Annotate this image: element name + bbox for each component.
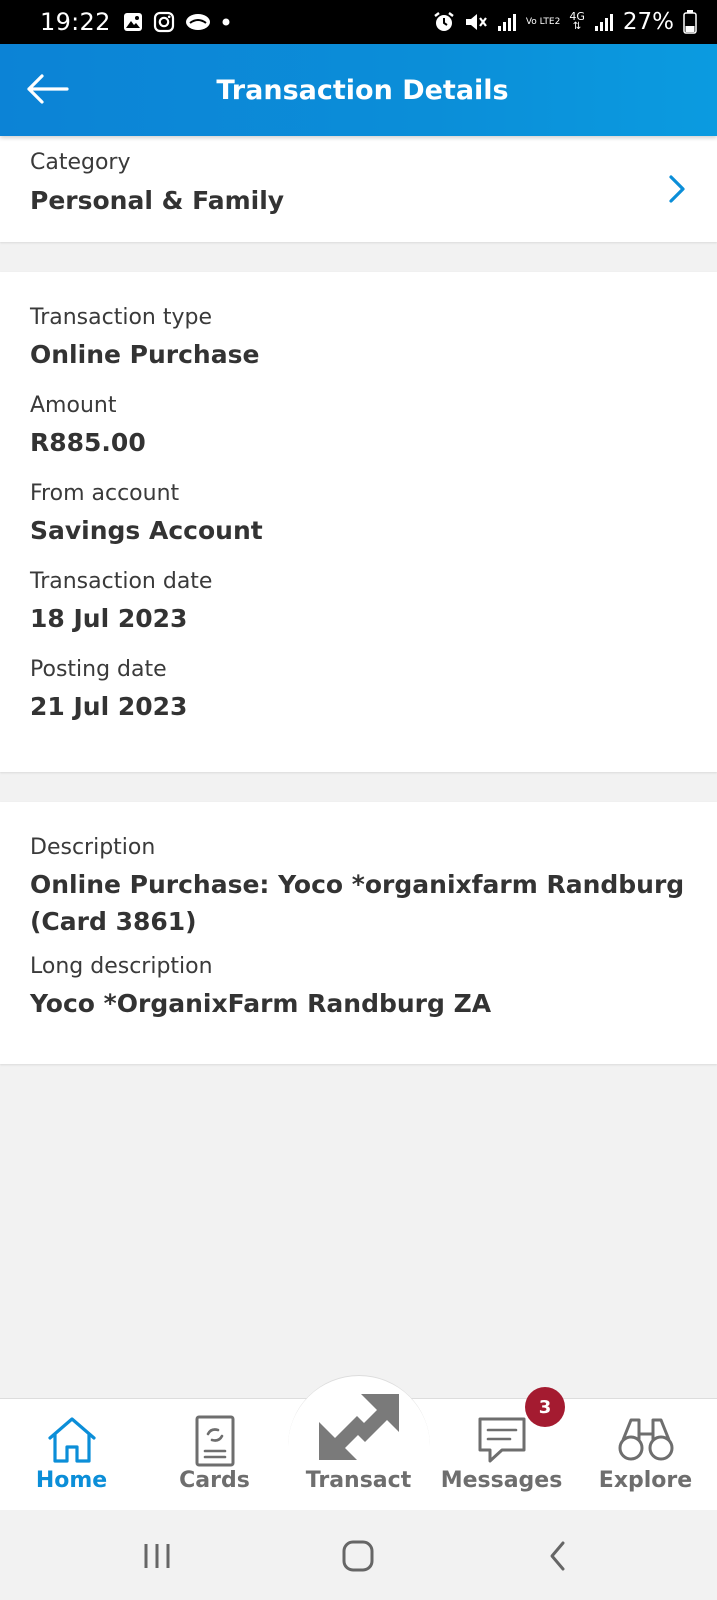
signal-icon	[497, 12, 517, 32]
category-row[interactable]: Category Personal & Family	[0, 136, 717, 242]
arrow-left-icon	[27, 74, 69, 104]
from-account-value: Savings Account	[30, 516, 263, 545]
amount-value: R885.00	[30, 428, 146, 457]
description-label: Description	[30, 835, 156, 860]
nav-cards-label: Cards	[179, 1468, 250, 1493]
battery-percentage: 27%	[622, 9, 674, 35]
binoculars-icon	[618, 1418, 673, 1461]
cloud-icon	[185, 12, 211, 32]
signal-icon	[594, 12, 614, 32]
nav-messages-label: Messages	[440, 1468, 563, 1493]
4g-icon: 4G ⇅	[569, 10, 585, 32]
back-system-button[interactable]	[528, 1534, 588, 1578]
battery-icon	[683, 10, 697, 34]
recent-apps-icon	[144, 1544, 170, 1568]
home-circle-icon	[342, 1540, 374, 1572]
nav-home-label: Home	[35, 1468, 108, 1493]
from-account-label: From account	[30, 481, 180, 506]
long-description-value: Yoco *OrganixFarm Randburg ZA	[30, 989, 492, 1018]
description-line-1: Online Purchase: Yoco *organixfarm Randb…	[30, 870, 685, 899]
status-time: 19:22	[40, 8, 111, 36]
nav-transact-label: Transact	[305, 1468, 412, 1493]
chevron-right-icon	[669, 175, 685, 203]
card-icon	[195, 1415, 234, 1467]
long-description-label: Long description	[30, 954, 213, 979]
transaction-date-value: 18 Jul 2023	[30, 604, 188, 633]
description-line-2: (Card 3861)	[30, 907, 197, 936]
posting-date-value: 21 Jul 2023	[30, 692, 188, 721]
nav-transact[interactable]: Transact	[287, 1394, 430, 1510]
page-title: Transaction Details	[216, 74, 509, 106]
nav-explore[interactable]: Explore	[574, 1398, 717, 1510]
nav-explore-label: Explore	[598, 1468, 693, 1493]
status-bar: 19:22 Vo LTE2 4G ⇅ 27%	[0, 0, 717, 44]
mute-icon	[464, 11, 488, 33]
posting-date-label: Posting date	[30, 657, 167, 682]
back-button[interactable]	[22, 66, 72, 112]
gallery-icon	[123, 12, 143, 32]
category-label: Category	[30, 150, 131, 175]
dot-icon	[221, 17, 231, 27]
chevron-left-icon	[550, 1541, 565, 1571]
nav-cards[interactable]: Cards	[143, 1398, 286, 1510]
message-icon	[478, 1417, 525, 1463]
description-card: Description Online Purchase: Yoco *organ…	[0, 802, 717, 1064]
alarm-icon	[433, 11, 455, 33]
instagram-icon	[153, 11, 175, 33]
app-bar: Transaction Details	[0, 44, 717, 136]
recent-apps-button[interactable]	[127, 1534, 187, 1578]
amount-label: Amount	[30, 393, 117, 418]
home-system-button[interactable]	[328, 1534, 388, 1578]
messages-badge: 3	[525, 1387, 565, 1427]
transaction-type-value: Online Purchase	[30, 340, 260, 369]
transaction-date-label: Transaction date	[30, 569, 213, 594]
category-value: Personal & Family	[30, 186, 285, 215]
transaction-type-label: Transaction type	[30, 305, 212, 330]
home-icon	[47, 1417, 96, 1463]
transaction-details-card: Transaction type Online Purchase Amount …	[0, 272, 717, 772]
nav-home[interactable]: Home	[0, 1398, 143, 1510]
transfer-arrows-icon	[318, 1394, 399, 1460]
system-navigation-bar	[0, 1510, 717, 1600]
volte-icon: Vo LTE2	[525, 16, 561, 27]
